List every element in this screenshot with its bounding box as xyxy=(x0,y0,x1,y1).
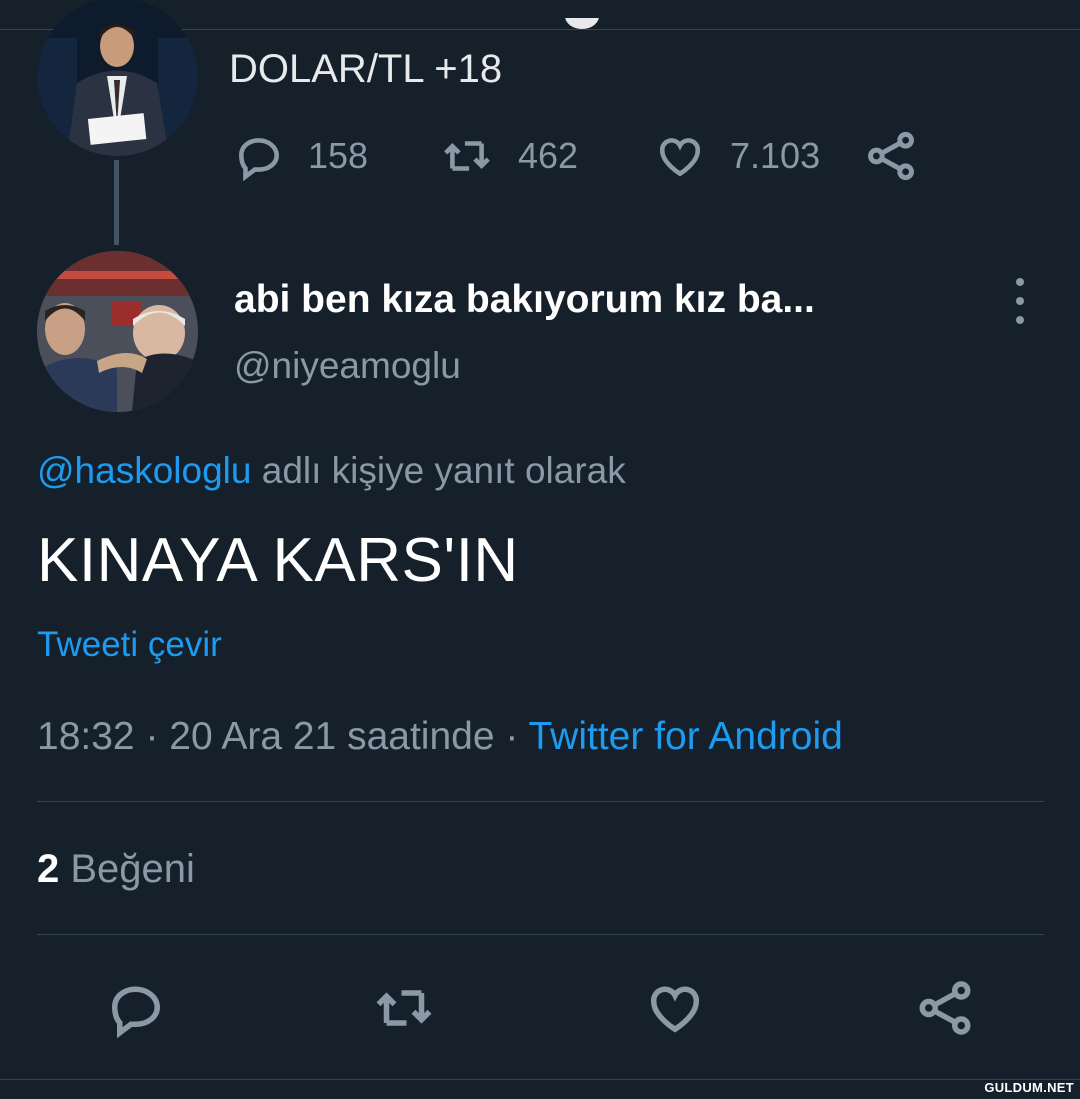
like-icon xyxy=(650,986,700,1033)
retweet-icon xyxy=(444,141,490,171)
watermark: GULDUM.NET xyxy=(984,1080,1074,1095)
thread-connector-line xyxy=(114,160,119,245)
tweet-metadata: 18:32 · 20 Ara 21 saatinde · Twitter for… xyxy=(37,715,843,759)
share-button[interactable] xyxy=(915,978,975,1038)
reply-context: @haskologlu adlı kişiye yanıt olarak xyxy=(37,450,626,492)
previous-tweet-text: DOLAR/TL +18 xyxy=(229,47,503,91)
tweet-text: KINAYA KARS'IN xyxy=(37,526,519,595)
like-icon xyxy=(659,138,701,177)
retweet-icon xyxy=(376,990,432,1026)
likes-count: 2 xyxy=(37,847,60,891)
likes-label: Beğeni xyxy=(70,847,195,891)
like-count: 7.103 xyxy=(730,135,821,176)
tweet-date[interactable]: 20 Ara 21 saatinde xyxy=(169,715,494,758)
previous-reply-button[interactable]: 158 xyxy=(234,130,368,182)
divider xyxy=(37,801,1044,802)
reply-icon xyxy=(111,986,161,1039)
retweet-button[interactable] xyxy=(374,978,434,1038)
reply-button[interactable] xyxy=(106,978,166,1039)
meta-separator: · xyxy=(494,715,529,758)
previous-like-button[interactable]: 7.103 xyxy=(654,130,820,182)
retweet-count: 462 xyxy=(518,135,579,176)
avatar[interactable] xyxy=(37,0,198,156)
divider xyxy=(37,934,1044,935)
clipped-text-fragment xyxy=(565,18,599,29)
tweet-source-link[interactable]: Twitter for Android xyxy=(529,715,843,758)
more-options-icon[interactable] xyxy=(1002,278,1038,324)
reply-context-text: adlı kişiye yanıt olarak xyxy=(251,450,626,491)
share-icon xyxy=(919,981,971,1035)
translate-tweet-link[interactable]: Tweeti çevir xyxy=(37,625,222,665)
tweet-time[interactable]: 18:32 xyxy=(37,715,135,758)
reply-mention-link[interactable]: @haskologlu xyxy=(37,450,251,491)
reply-icon xyxy=(238,138,280,181)
previous-share-button[interactable] xyxy=(864,130,918,182)
meta-separator: · xyxy=(134,715,170,758)
share-icon xyxy=(868,131,914,181)
like-button[interactable] xyxy=(645,978,705,1038)
display-name[interactable]: abi ben kıza bakıyorum kız ba... xyxy=(234,278,815,322)
user-handle[interactable]: @niyeamoglu xyxy=(234,345,461,387)
previous-retweet-button[interactable]: 462 xyxy=(440,130,578,182)
avatar[interactable] xyxy=(37,251,198,412)
likes-summary[interactable]: 2 Beğeni xyxy=(37,847,195,892)
bottom-divider xyxy=(0,1079,1080,1080)
reply-count: 158 xyxy=(308,135,369,176)
